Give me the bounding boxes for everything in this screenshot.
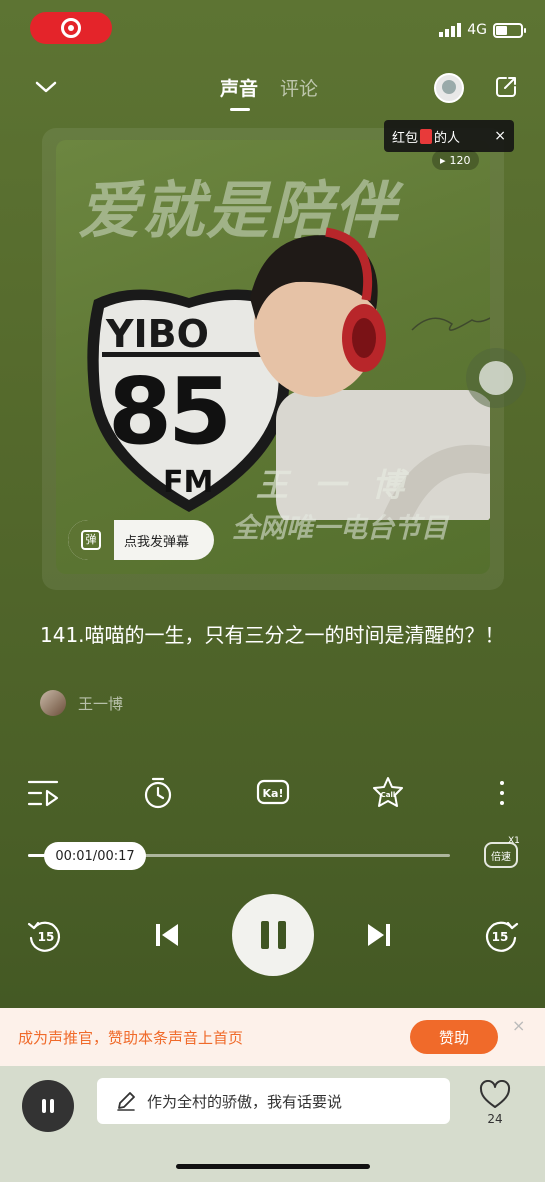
rewind-15-icon[interactable]: 15 bbox=[26, 916, 64, 954]
tool-row: Ka! Call bbox=[0, 775, 545, 815]
comment-input[interactable]: 作为全村的骄傲，我有话要说 bbox=[97, 1078, 450, 1124]
pencil-icon bbox=[117, 1092, 135, 1111]
player-screen: 4G 声音 评论 爱就是陪伴 YIBO 85 FM 王一博 全网唯一电台节目 红… bbox=[0, 0, 545, 1182]
cover-art[interactable]: 爱就是陪伴 YIBO 85 FM 王一博 全网唯一电台节目 bbox=[56, 140, 490, 574]
svg-text:Call: Call bbox=[381, 791, 396, 799]
network-type: 4G bbox=[467, 22, 487, 38]
cover-host-name: 王一博 bbox=[256, 466, 431, 504]
sponsor-banner: 成为声推官，赞助本条声音上首页 赞助 × bbox=[0, 1008, 545, 1066]
karaoke-icon[interactable]: Ka! bbox=[255, 775, 291, 811]
tooltip-prefix: 红包 bbox=[392, 130, 419, 146]
comment-placeholder: 作为全村的骄傲，我有话要说 bbox=[147, 1092, 343, 1111]
like-button[interactable]: 24 bbox=[478, 1080, 512, 1126]
tab-sound[interactable]: 声音 bbox=[220, 74, 258, 111]
playlist-icon[interactable] bbox=[25, 775, 61, 811]
danmu-label: 点我发弹幕 bbox=[124, 534, 190, 550]
like-count: 24 bbox=[487, 1112, 503, 1126]
cover-tagline: 全网唯一电台节目 bbox=[232, 513, 448, 544]
danmu-button[interactable]: 弹 点我发弹幕 bbox=[68, 520, 214, 560]
mini-player-button[interactable] bbox=[22, 1080, 74, 1132]
heart-icon bbox=[479, 1080, 511, 1108]
pause-icon bbox=[260, 921, 286, 949]
share-icon[interactable] bbox=[494, 75, 518, 99]
speed-button[interactable]: 倍速 bbox=[484, 842, 518, 868]
forward-15-icon[interactable]: 15 bbox=[482, 916, 520, 954]
next-icon[interactable] bbox=[364, 920, 394, 950]
call-star-icon[interactable]: Call bbox=[370, 775, 406, 811]
svg-text:Ka!: Ka! bbox=[263, 787, 284, 800]
author-name[interactable]: 王一博 bbox=[78, 693, 123, 714]
sponsor-close-button[interactable]: × bbox=[512, 1016, 525, 1035]
play-small-icon: ▸ bbox=[440, 153, 446, 167]
play-count-badge: ▸ 120 bbox=[432, 150, 479, 170]
pause-button[interactable] bbox=[232, 894, 314, 976]
status-bar-right: 4G bbox=[439, 22, 526, 38]
badge-top-text: YIBO bbox=[106, 312, 209, 356]
tooltip-close-button[interactable]: × bbox=[494, 128, 506, 144]
badge-bottom-text: FM bbox=[163, 465, 214, 500]
mini-pause-icon bbox=[42, 1099, 54, 1113]
play-count: 120 bbox=[449, 153, 471, 167]
time-display[interactable]: 00:01/00:17 bbox=[44, 842, 146, 870]
battery-icon bbox=[493, 22, 526, 38]
sponsor-button[interactable]: 赞助 bbox=[410, 1020, 498, 1054]
more-icon[interactable] bbox=[484, 775, 520, 811]
svg-text:15: 15 bbox=[38, 930, 55, 944]
track-title: 141.喵喵的一生，只有三分之一的时间是清醒的？！ bbox=[40, 623, 505, 647]
record-icon bbox=[61, 18, 81, 38]
screen-record-indicator[interactable] bbox=[30, 12, 112, 44]
home-indicator[interactable] bbox=[176, 1164, 370, 1169]
tab-comments[interactable]: 评论 bbox=[280, 74, 318, 101]
author-row[interactable]: 王一博 bbox=[40, 690, 123, 716]
author-avatar[interactable] bbox=[40, 690, 66, 716]
svg-text:15: 15 bbox=[492, 930, 509, 944]
red-packet-tooltip[interactable]: 红包 的人 × bbox=[384, 120, 514, 152]
avatar[interactable] bbox=[434, 73, 464, 103]
signal-icon bbox=[439, 23, 462, 37]
previous-icon[interactable] bbox=[152, 920, 182, 950]
floating-assistive-ball[interactable] bbox=[466, 348, 526, 408]
sponsor-text: 成为声推官，赞助本条声音上首页 bbox=[18, 1029, 244, 1047]
badge-number: 85 bbox=[108, 358, 232, 465]
red-packet-icon bbox=[420, 128, 433, 144]
timer-icon[interactable] bbox=[140, 775, 176, 811]
tooltip-suffix: 的人 bbox=[434, 130, 461, 146]
chevron-down-icon[interactable] bbox=[34, 78, 58, 96]
danmu-icon: 弹 bbox=[68, 520, 114, 560]
header-tabs: 声音 评论 bbox=[220, 74, 318, 111]
